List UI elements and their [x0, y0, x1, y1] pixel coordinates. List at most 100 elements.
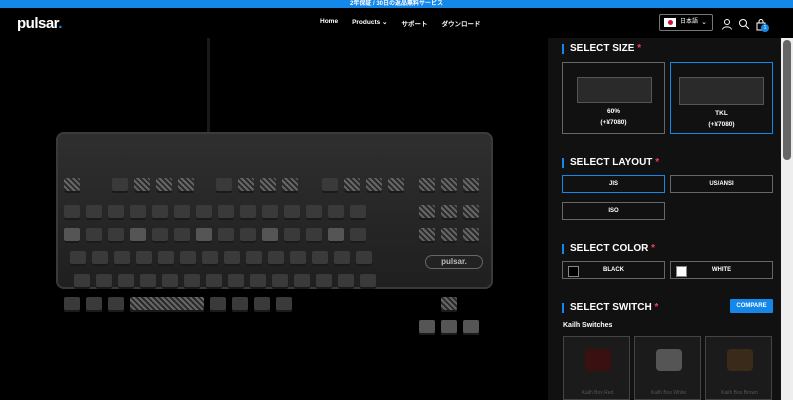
keycap	[306, 228, 322, 243]
keycap	[441, 178, 457, 193]
top-nav: pulsar. Home Products ⌄ サポート ダウンロード 日本語 …	[0, 8, 793, 38]
switch-white-label: Kailh Box White	[650, 390, 687, 396]
keycap	[463, 205, 479, 220]
size-tkl-name: TKL	[715, 110, 728, 117]
size-option-tkl[interactable]: TKL (+¥7080)	[670, 62, 773, 134]
required-mark: *	[654, 302, 659, 313]
keycap	[388, 178, 404, 193]
select-layout-label: SELECT LAYOUT	[570, 157, 653, 168]
keycap	[64, 178, 80, 193]
switch-red-image	[585, 349, 611, 371]
select-size-label: SELECT SIZE	[570, 43, 635, 54]
keycap	[202, 251, 218, 266]
keycap	[196, 228, 212, 243]
keycap	[463, 320, 479, 335]
required-mark: *	[637, 43, 642, 54]
cart-button[interactable]: 1	[755, 18, 769, 32]
keycap	[70, 251, 86, 266]
chevron-down-icon: ⌄	[701, 19, 707, 26]
keycap	[419, 178, 435, 193]
keycap	[276, 297, 292, 312]
keycap	[294, 274, 310, 289]
keycap	[136, 251, 152, 266]
select-color-title: SELECT COLOR *	[562, 244, 655, 254]
keycap	[328, 228, 344, 243]
keycap	[130, 228, 146, 243]
keycap	[250, 274, 266, 289]
nav-products[interactable]: Products ⌄	[352, 18, 387, 28]
switch-card-white[interactable]: Kailh Box White	[634, 336, 701, 400]
keycap	[224, 251, 240, 266]
keycap	[178, 178, 194, 193]
select-switch-label: SELECT SWITCH	[570, 302, 652, 313]
keycap	[356, 251, 372, 266]
keycap	[140, 274, 156, 289]
scrollbar-thumb[interactable]	[783, 40, 791, 160]
switch-group-title: Kailh Switches	[563, 322, 613, 329]
keycap	[162, 274, 178, 289]
keyboard-brand-plate: pulsar.	[425, 255, 483, 269]
keycap	[441, 297, 457, 312]
keyboard-60-thumbnail	[577, 77, 652, 103]
keycap	[108, 228, 124, 243]
switch-card-brown[interactable]: Kailh Box Brown	[705, 336, 772, 400]
keycap	[312, 251, 328, 266]
keycap	[74, 274, 90, 289]
keycap	[350, 205, 366, 220]
keycap	[306, 205, 322, 220]
keycap	[290, 251, 306, 266]
nav-home[interactable]: Home	[320, 18, 338, 28]
required-mark: *	[655, 157, 660, 168]
keycap	[108, 297, 124, 312]
keycap	[338, 274, 354, 289]
nav-products-label: Products	[352, 19, 381, 26]
select-layout-title: SELECT LAYOUT *	[562, 158, 659, 168]
keycap	[240, 228, 256, 243]
compare-button[interactable]: COMPARE	[730, 299, 773, 313]
keycap	[180, 251, 196, 266]
keycap	[262, 228, 278, 243]
logo-text: pulsar	[17, 15, 59, 32]
keycap	[334, 251, 350, 266]
keyboard-tkl-thumbnail	[679, 77, 764, 105]
search-icon[interactable]	[738, 18, 750, 30]
switch-card-red[interactable]: Kailh Box Red	[563, 336, 630, 400]
keycap	[268, 251, 284, 266]
keycap	[260, 178, 276, 193]
keycap	[441, 320, 457, 335]
keycap	[284, 228, 300, 243]
layout-option-jis[interactable]: JIS	[562, 175, 665, 193]
select-switch-title: SELECT SWITCH *	[562, 303, 658, 313]
size-option-60[interactable]: 60% (+¥7080)	[562, 62, 665, 134]
layout-option-us-ansi[interactable]: US/ANSI	[670, 175, 773, 193]
switch-brown-image	[727, 349, 753, 371]
color-option-black[interactable]: BLACK	[562, 261, 665, 279]
switch-red-label: Kailh Box Red	[581, 390, 614, 396]
logo[interactable]: pulsar.	[17, 15, 62, 32]
user-icon[interactable]	[721, 18, 733, 30]
language-label: 日本語	[680, 19, 699, 25]
nav-download[interactable]: ダウンロード	[442, 18, 481, 28]
white-swatch	[676, 266, 687, 277]
keycap	[282, 178, 298, 193]
keycap	[218, 205, 234, 220]
layout-option-iso[interactable]: ISO	[562, 202, 665, 220]
keycap	[216, 178, 232, 193]
size-tkl-price: (+¥7080)	[708, 121, 735, 128]
switch-brown-label: Kailh Box Brown	[721, 390, 758, 396]
promo-banner: 2年保証 / 30日の返品無料サービス	[0, 0, 793, 8]
keycap	[272, 274, 288, 289]
keycap	[96, 274, 112, 289]
cart-count-badge: 1	[761, 24, 769, 32]
keycap	[316, 274, 332, 289]
color-white-label: WHITE	[711, 267, 732, 273]
language-selector[interactable]: 日本語 ⌄	[659, 14, 713, 31]
keycap	[64, 205, 80, 220]
keycap	[174, 228, 190, 243]
keycap	[419, 320, 435, 335]
keycap	[284, 205, 300, 220]
keycap	[463, 228, 479, 243]
nav-support[interactable]: サポート	[402, 18, 428, 28]
switch-white-image	[656, 349, 682, 371]
color-option-white[interactable]: WHITE	[670, 261, 773, 279]
